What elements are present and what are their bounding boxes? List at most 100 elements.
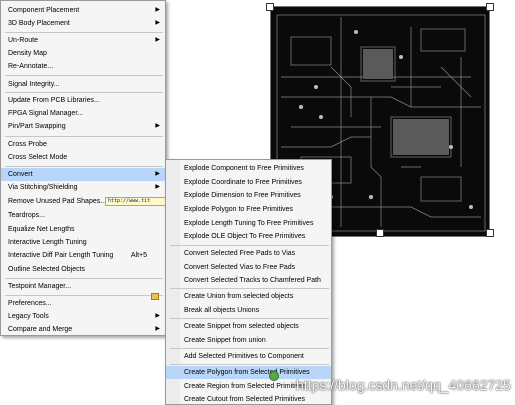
- submenu-item-explode-component[interactable]: Explode Component to Free Primitives: [166, 162, 331, 175]
- submenu-item-explode-polygon[interactable]: Explode Polygon to Free Primitives: [166, 203, 331, 216]
- menu-item-label: Create Snippet from selected objects: [184, 323, 299, 330]
- menu-item-label: Explode Component to Free Primitives: [184, 165, 304, 172]
- menu-separator: [5, 295, 163, 296]
- submenu-item-convert-vias-to-pads[interactable]: Convert Selected Vias to Free Pads: [166, 261, 331, 274]
- menu-separator: [170, 348, 329, 349]
- menu-item-un-route[interactable]: Un-Route ▶: [1, 34, 165, 47]
- submenu-item-break-unions[interactable]: Break all objects Unions: [166, 304, 331, 317]
- menu-item-via-stitching-shielding[interactable]: Via Stitching/Shielding ▶: [1, 181, 165, 194]
- menu-item-label: Interactive Length Tuning: [8, 239, 87, 246]
- menu-item-label: Create Snippet from union: [184, 337, 266, 344]
- menu-item-preferences[interactable]: Preferences...: [1, 297, 165, 310]
- selection-handle-top-right[interactable]: [486, 3, 494, 11]
- submenu-item-explode-ole-object[interactable]: Explode OLE Object To Free Primitives: [166, 230, 331, 243]
- submenu-item-create-snippet-selected[interactable]: Create Snippet from selected objects: [166, 320, 331, 333]
- menu-item-label: Create Polygon from Selected Primitives: [184, 369, 310, 376]
- submenu-item-explode-dimension[interactable]: Explode Dimension to Free Primitives: [166, 189, 331, 202]
- menu-item-label: Interactive Diff Pair Length Tuning: [8, 252, 114, 259]
- menu-item-signal-integrity[interactable]: Signal Integrity...: [1, 78, 165, 91]
- menu-item-3d-body-placement[interactable]: 3D Body Placement ▶: [1, 17, 165, 30]
- menu-item-label: Re-Annotate...: [8, 63, 54, 70]
- submenu-item-add-primitives-to-component[interactable]: Add Selected Primitives to Component: [166, 350, 331, 363]
- submenu-item-create-cutout[interactable]: Create Cutout from Selected Primitives: [166, 393, 331, 405]
- menu-separator: [170, 245, 329, 246]
- menu-item-outline-selected-objects[interactable]: Outline Selected Objects: [1, 263, 165, 276]
- shortcut-label: Alt+5: [130, 252, 147, 259]
- watermark-url: https://blog.csdn.net/qq_40662725: [296, 377, 511, 393]
- menu-item-label: 3D Body Placement: [8, 20, 70, 27]
- menu-item-density-map[interactable]: Density Map: [1, 47, 165, 60]
- menu-item-interactive-diff-pair-length-tuning[interactable]: Interactive Diff Pair Length Tuning Alt+…: [1, 249, 165, 262]
- menu-item-label: Testpoint Manager...: [8, 283, 72, 290]
- menu-item-component-placement[interactable]: Component Placement ▶: [1, 4, 165, 17]
- menu-item-interactive-length-tuning[interactable]: Interactive Length Tuning: [1, 236, 165, 249]
- menu-item-label: Outline Selected Objects: [8, 266, 86, 273]
- submenu-item-convert-tracks-to-chamfered[interactable]: Convert Selected Tracks to Chamfered Pat…: [166, 274, 331, 287]
- menu-item-label: Density Map: [8, 50, 47, 57]
- menu-separator: [5, 166, 163, 167]
- menu-item-label: Convert: [8, 171, 33, 178]
- menu-item-compare-and-merge[interactable]: Compare and Merge ▶: [1, 323, 165, 336]
- submenu-item-convert-pads-to-vias[interactable]: Convert Selected Free Pads to Vias: [166, 247, 331, 260]
- menu-separator: [170, 364, 329, 365]
- submenu-arrow-icon: ▶: [155, 123, 160, 129]
- menu-item-label: Explode OLE Object To Free Primitives: [184, 233, 306, 240]
- menu-item-label: Equalize Net Lengths: [8, 226, 75, 233]
- submenu-item-explode-coordinate[interactable]: Explode Coordinate to Free Primitives: [166, 176, 331, 189]
- menu-item-label: Signal Integrity...: [8, 81, 60, 88]
- selection-handle-bottom-mid[interactable]: [376, 229, 384, 237]
- menu-item-convert[interactable]: Convert ▶: [1, 168, 165, 181]
- menu-item-label: Cross Select Mode: [8, 154, 68, 161]
- menu-item-label: Convert Selected Vias to Free Pads: [184, 264, 296, 271]
- submenu-item-create-snippet-union[interactable]: Create Snippet from union: [166, 334, 331, 347]
- menu-item-label: Convert Selected Free Pads to Vias: [184, 250, 296, 257]
- menu-item-teardrops[interactable]: Teardrops...: [1, 209, 165, 222]
- menu-item-equalize-net-lengths[interactable]: Equalize Net Lengths: [1, 223, 165, 236]
- menu-item-fpga-signal-manager[interactable]: FPGA Signal Manager...: [1, 107, 165, 120]
- submenu-arrow-icon: ▶: [155, 20, 160, 26]
- submenu-arrow-icon: ▶: [155, 37, 160, 43]
- submenu-arrow-icon: ▶: [155, 326, 160, 332]
- union-icon: [151, 293, 159, 300]
- submenu-arrow-icon: ▶: [155, 7, 160, 13]
- menu-item-label: Remove Unused Pad Shapes...: [8, 198, 107, 205]
- menu-item-pin-part-swapping[interactable]: Pin/Part Swapping ▶: [1, 120, 165, 133]
- submenu-arrow-icon: ▶: [155, 313, 160, 319]
- menu-separator: [170, 288, 329, 289]
- menu-item-label: Via Stitching/Shielding: [8, 184, 78, 191]
- menu-item-label: Update From PCB Libraries...: [8, 97, 100, 104]
- menu-item-label: Create Union from selected objects: [184, 293, 294, 300]
- menu-item-cross-select-mode[interactable]: Cross Select Mode: [1, 151, 165, 164]
- menu-item-label: Break all objects Unions: [184, 307, 260, 314]
- selection-handle-top-left[interactable]: [266, 3, 274, 11]
- menu-item-label: Add Selected Primitives to Component: [184, 353, 304, 360]
- menu-item-label: Explode Dimension to Free Primitives: [184, 192, 301, 199]
- menu-separator: [5, 278, 163, 279]
- menu-item-remove-unused-pad-shapes[interactable]: Remove Unused Pad Shapes... http://www.t…: [1, 195, 171, 208]
- menu-separator: [170, 318, 329, 319]
- convert-submenu: Explode Component to Free Primitives Exp…: [151, 159, 332, 405]
- menu-item-cross-probe[interactable]: Cross Probe: [1, 138, 165, 151]
- menu-item-label: Explode Polygon to Free Primitives: [184, 206, 293, 213]
- menu-item-label: Pin/Part Swapping: [8, 123, 66, 130]
- menu-separator: [5, 136, 163, 137]
- menu-item-update-from-pcb-libraries[interactable]: Update From PCB Libraries...: [1, 94, 165, 107]
- menu-item-label: FPGA Signal Manager...: [8, 110, 84, 117]
- menu-separator: [5, 92, 163, 93]
- menu-item-testpoint-manager[interactable]: Testpoint Manager...: [1, 280, 165, 293]
- menu-item-re-annotate[interactable]: Re-Annotate...: [1, 60, 165, 73]
- submenu-arrow-icon: ▶: [155, 184, 160, 190]
- menu-item-label: Create Cutout from Selected Primitives: [184, 396, 305, 403]
- menu-item-label: Component Placement: [8, 7, 80, 14]
- selection-handle-bottom-right[interactable]: [486, 229, 494, 237]
- menu-item-label: Teardrops...: [8, 212, 45, 219]
- submenu-arrow-icon: ▶: [155, 171, 160, 177]
- menu-item-label: Legacy Tools: [8, 313, 49, 320]
- menu-item-label: Convert Selected Tracks to Chamfered Pat…: [184, 277, 321, 284]
- submenu-item-explode-length-tuning[interactable]: Explode Length Tuning To Free Primitives: [166, 217, 331, 230]
- menu-item-label: Cross Probe: [8, 141, 47, 148]
- menu-separator: [5, 75, 163, 76]
- menu-item-legacy-tools[interactable]: Legacy Tools ▶: [1, 310, 165, 323]
- menu-item-label: Un-Route: [8, 37, 38, 44]
- submenu-item-create-union[interactable]: Create Union from selected objects: [151, 290, 331, 303]
